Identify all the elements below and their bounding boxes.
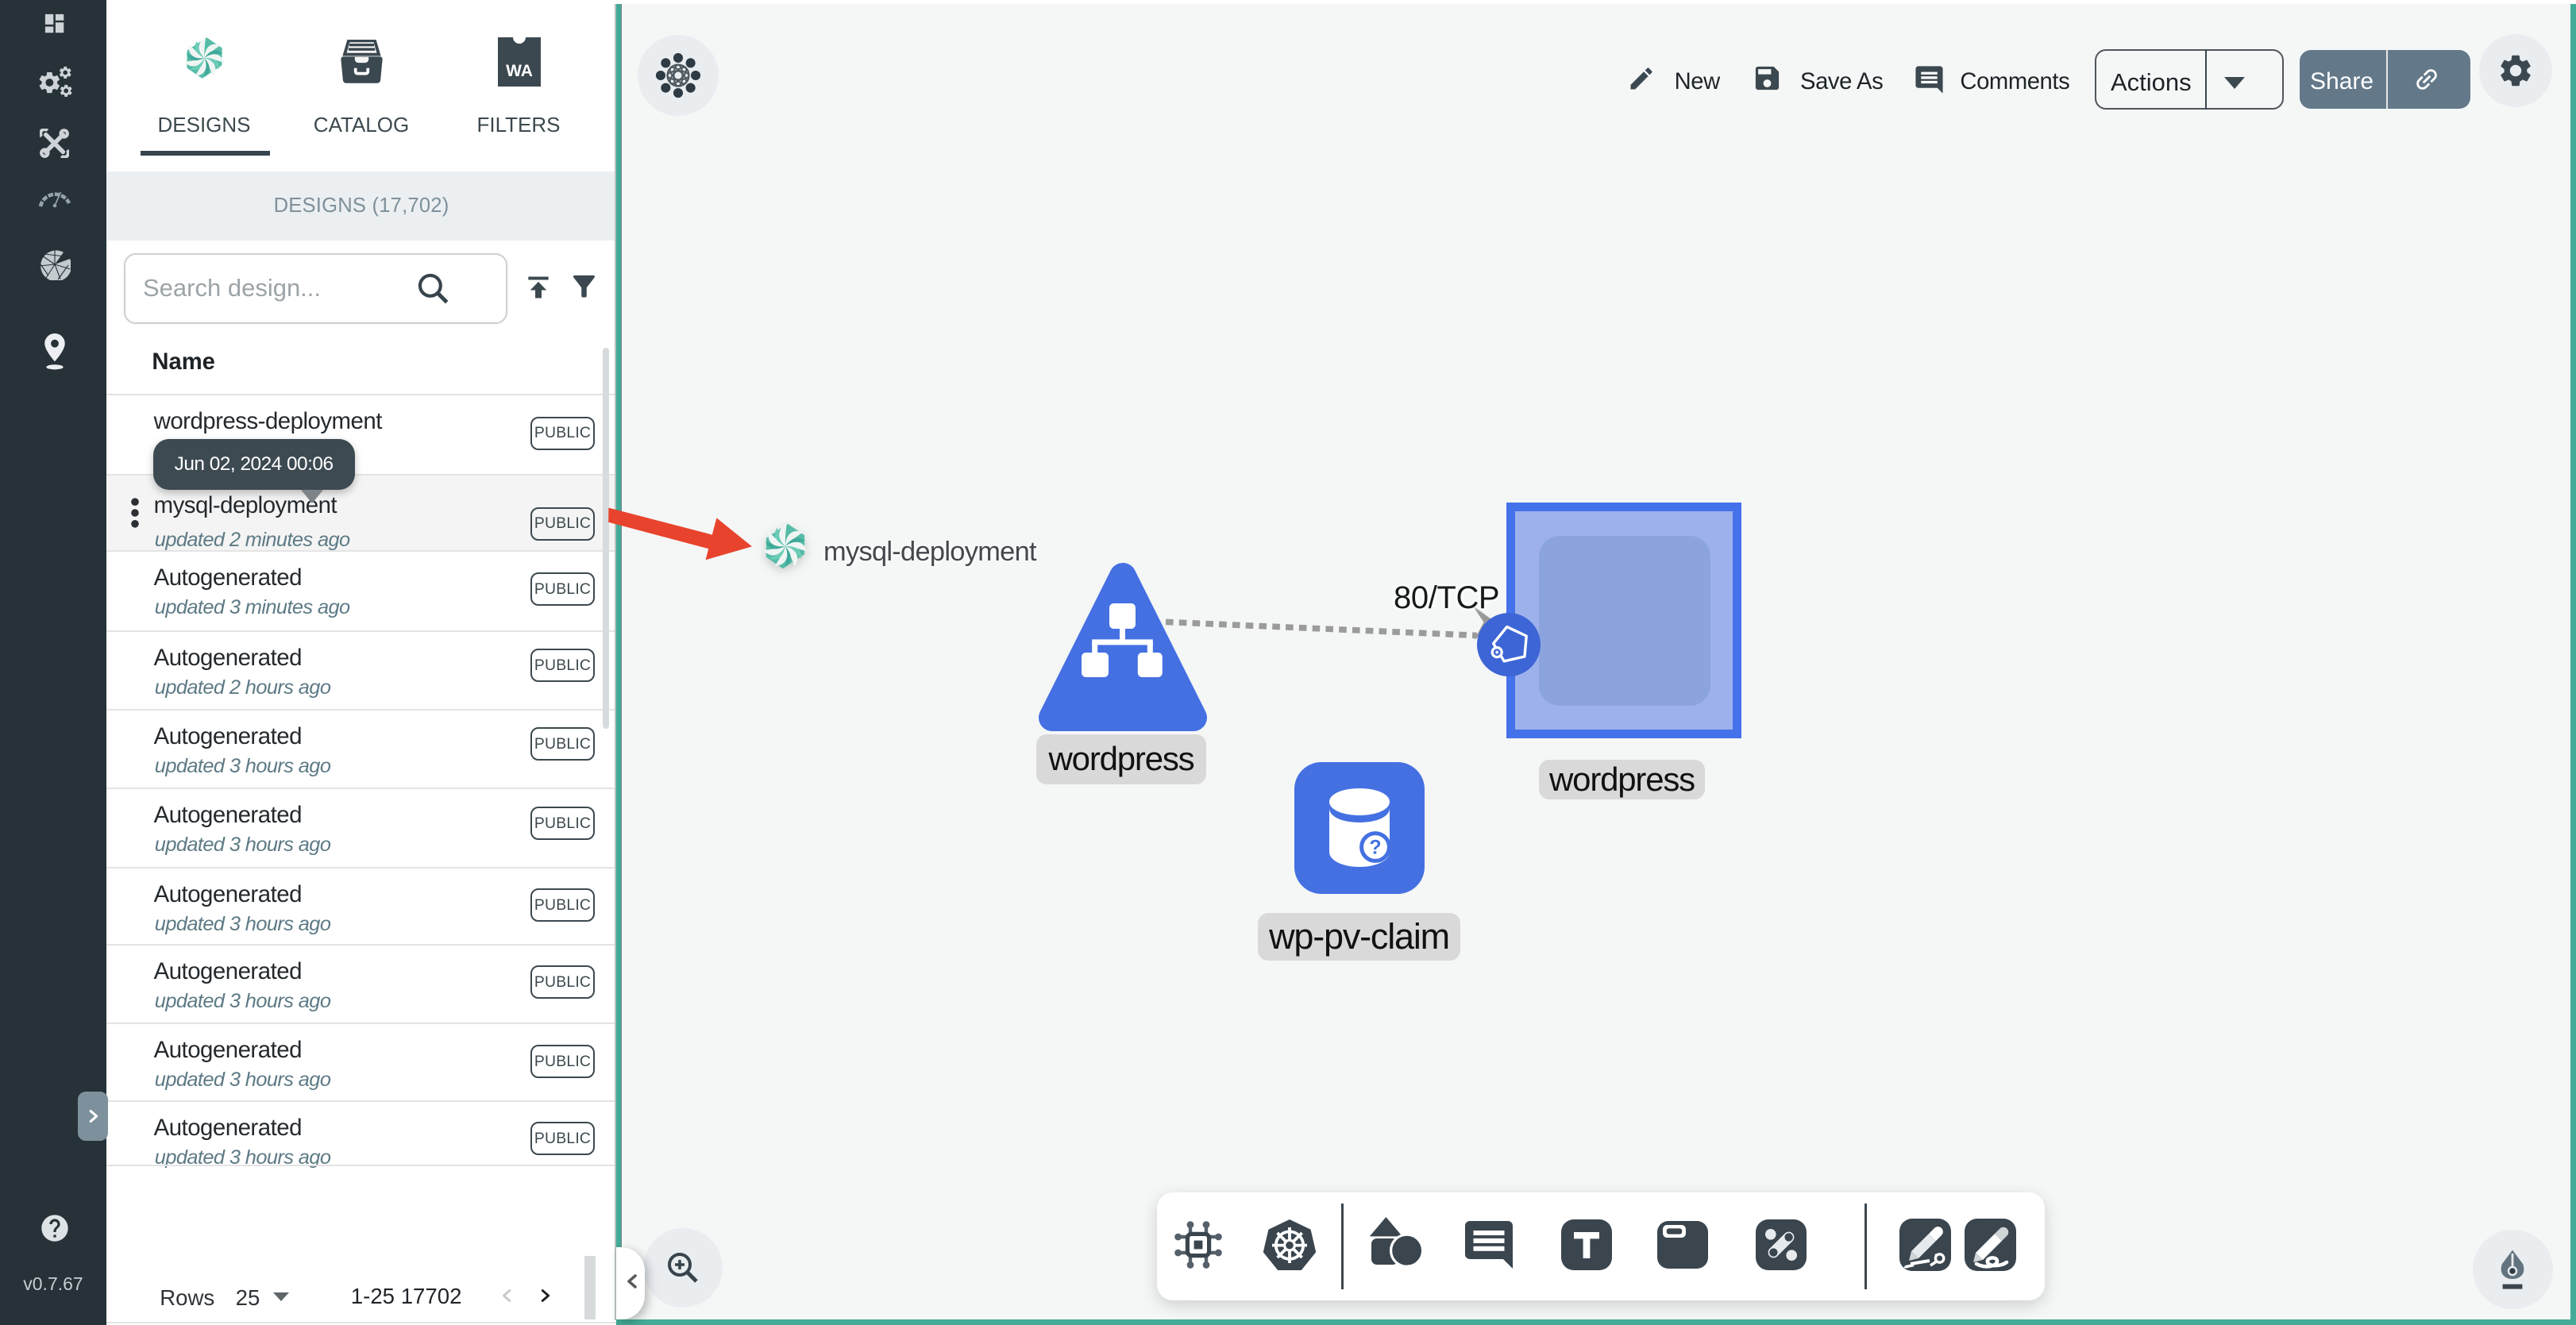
svg-text:WA: WA — [506, 62, 533, 80]
svg-text:?: ? — [1369, 837, 1381, 859]
